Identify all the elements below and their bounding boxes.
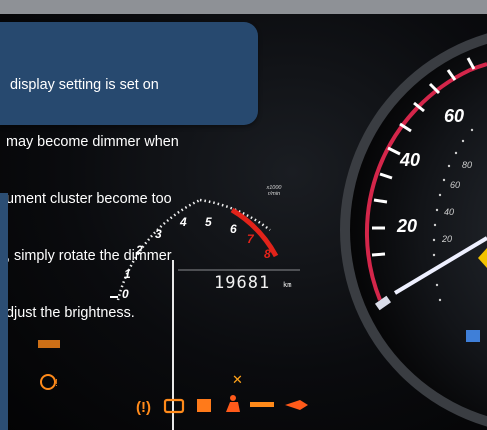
parking-brake-icon: !	[38, 340, 60, 390]
traction-icon: ✕	[232, 372, 243, 387]
tpms-icon: (!)	[136, 399, 151, 416]
svg-text:(!): (!)	[136, 399, 151, 416]
seatbelt-icon	[226, 395, 240, 412]
check-engine-icon	[163, 398, 185, 414]
instrument-cluster-photo: display setting is set on may become dim…	[0, 0, 487, 430]
key-icon	[250, 402, 274, 407]
warning-lights: ! ✕ (!)	[38, 340, 308, 416]
oil-pressure-icon	[285, 400, 308, 410]
abs-icon	[197, 399, 211, 412]
svg-text:!: !	[55, 378, 58, 389]
svg-text:✕: ✕	[232, 372, 243, 387]
